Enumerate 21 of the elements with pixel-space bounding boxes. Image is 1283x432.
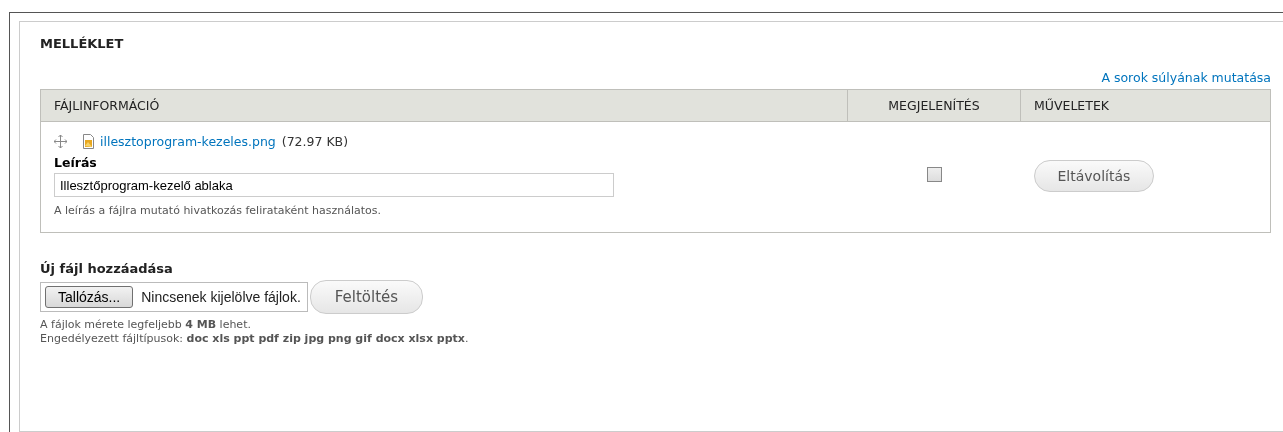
fieldset-legend: MELLÉKLET: [40, 36, 1271, 51]
column-header: MŰVELETEK: [1020, 89, 1271, 122]
column-header: MEGJELENÍTÉS: [847, 89, 1021, 122]
field-label: Leírás: [54, 155, 98, 170]
browse-button[interactable]: Tallózás...: [45, 286, 134, 308]
file-size: (72.97 KB): [281, 134, 349, 149]
file-input[interactable]: Tallózás... Nincsenek kijelölve fájlok.: [40, 282, 308, 312]
display-checkbox[interactable]: [926, 166, 942, 182]
row-weights-link[interactable]: A sorok súlyának mutatása: [1101, 70, 1271, 85]
upload-help: A fájlok mérete legfeljebb 4 MB lehet.: [40, 318, 252, 332]
upload-button[interactable]: Feltöltés: [309, 280, 424, 314]
remove-button[interactable]: Eltávolítás: [1033, 160, 1155, 192]
image-file-icon: [83, 134, 94, 149]
upload-label: Új fájl hozzáadása: [40, 261, 174, 276]
file-status: Nincsenek kijelölve fájlok.: [141, 289, 301, 305]
drag-handle-icon[interactable]: [54, 135, 67, 148]
file-link[interactable]: illesztoprogram-kezeles.png: [100, 134, 276, 149]
field-help: A leírás a fájlra mutató hivatkozás felirataként használatos.: [54, 204, 383, 218]
column-header: FÁJLINFORMÁCIÓ: [40, 89, 848, 122]
description-field[interactable]: Illesztőprogram-kezelő ablaka: [54, 173, 614, 197]
upload-help: Engedélyezett fájltípusok: doc xls ppt pdf zip jpg png gif docx xlsx pptx.: [40, 332, 470, 346]
